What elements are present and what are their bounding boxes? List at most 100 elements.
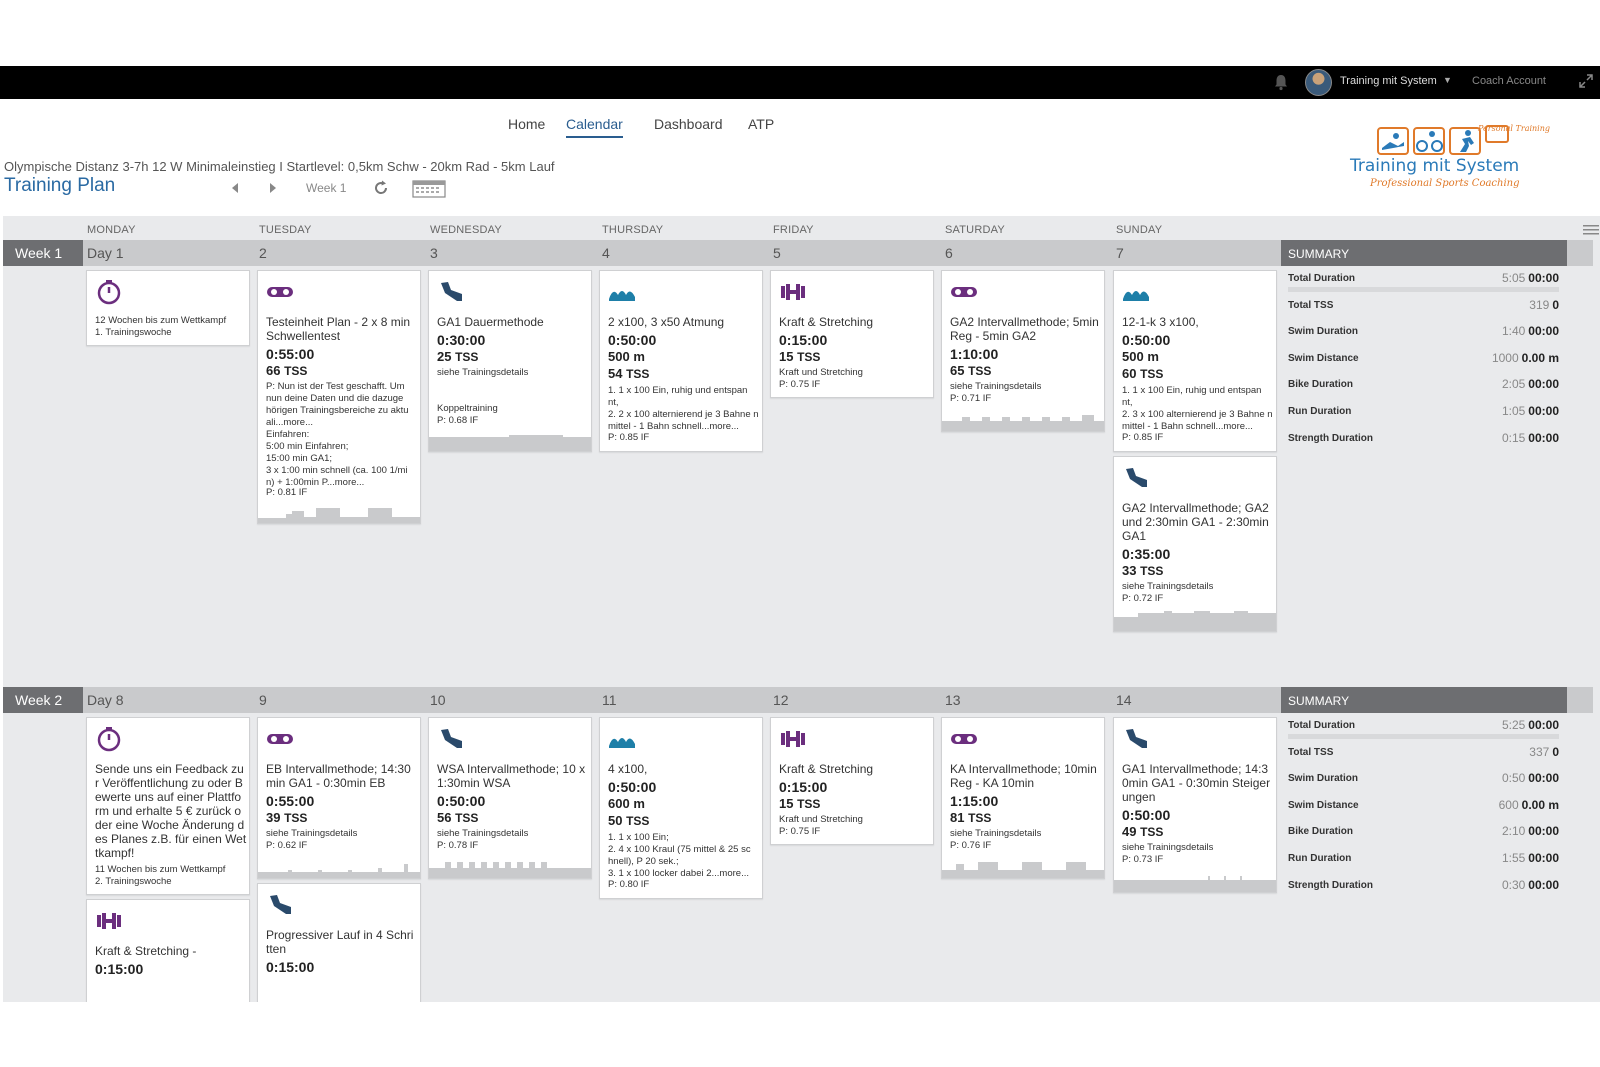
nav-dashboard[interactable]: Dashboard <box>654 116 723 132</box>
day-number: 12 <box>773 692 789 708</box>
card-title: Kraft & Stretching <box>779 315 874 329</box>
chevron-down-icon[interactable]: ▼ <box>1443 75 1452 85</box>
summary-row: Run Duration 1:05 00:00 <box>1288 403 1559 418</box>
expand-icon[interactable] <box>1578 73 1594 89</box>
workout-card[interactable]: GA2 Intervallmethode; 5min Reg - 5min GA… <box>941 270 1105 432</box>
day-number: 4 <box>602 245 610 261</box>
run-icon <box>441 729 462 748</box>
card-intensity: P: 0.71 IF <box>950 393 992 404</box>
workout-card[interactable]: 2 x100, 3 x50 Atmung 0:50:00 500 m 54 TS… <box>599 270 763 452</box>
card-intensity: P: 0.85 IF <box>1122 432 1164 443</box>
card-title: GA2 Intervallmethode; 5min Reg - 5min GA… <box>950 315 1099 343</box>
stopwatch-icon <box>97 727 121 752</box>
card-description: Kraft und Stretching <box>779 367 863 378</box>
workout-card[interactable]: 12-1-k 3 x100, 0:50:00 500 m 60 TSS 1. 1… <box>1113 270 1277 452</box>
card-intensity: P: 0.72 IF <box>1122 593 1164 604</box>
day-number: 6 <box>945 245 953 261</box>
refresh-icon[interactable] <box>372 179 390 197</box>
card-title: EB Intervallmethode; 14:30 min GA1 - 0:3… <box>266 762 411 790</box>
swim-icon <box>1123 291 1149 301</box>
previous-week-icon[interactable] <box>228 181 242 195</box>
week-label: Week 2 <box>3 687 83 713</box>
day-number: 5 <box>773 245 781 261</box>
intensity-profile <box>1114 611 1276 631</box>
nav-home[interactable]: Home <box>508 116 545 132</box>
day-header-sunday: SUNDAY <box>1116 224 1163 236</box>
workout-card[interactable]: WSA Intervallmethode; 10 x 1:30min WSA 0… <box>428 717 592 879</box>
card-tss: 33 TSS <box>1122 563 1164 578</box>
logo-title: Training mit System <box>1350 156 1520 176</box>
card-title: Sende uns ein Feedback zu r Veröffentlic… <box>95 762 247 860</box>
summary-row: Strength Duration 0:30 00:00 <box>1288 877 1559 892</box>
workout-card[interactable]: EB Intervallmethode; 14:30 min GA1 - 0:3… <box>257 717 421 879</box>
card-tss: 25 TSS <box>437 349 479 364</box>
menu-icon[interactable] <box>1583 224 1599 236</box>
card-note: 11 Wochen bis zum Wettkampf 2. Trainings… <box>95 864 226 887</box>
card-title: KA Intervallmethode; 10min Reg - KA 10mi… <box>950 762 1097 790</box>
user-name[interactable]: Training mit System <box>1340 75 1437 87</box>
card-duration: 0:30:00 <box>437 332 486 348</box>
card-duration: 0:15:00 <box>95 961 144 977</box>
nav-atp[interactable]: ATP <box>748 116 774 132</box>
workout-card[interactable]: Progressiver Lauf in 4 Schri tten 0:15:0… <box>257 883 421 1002</box>
card-description: 1. 1 x 100 Ein; 2. 4 x 100 Kraul (75 mit… <box>608 832 751 879</box>
card-title: Progressiver Lauf in 4 Schri tten <box>266 928 414 956</box>
avatar[interactable] <box>1305 69 1332 96</box>
next-week-icon[interactable] <box>266 181 280 195</box>
workout-card[interactable]: 12 Wochen bis zum Wettkampf 1. Trainings… <box>86 270 250 346</box>
day-number: 7 <box>1116 245 1124 261</box>
card-intensity: P: 0.75 IF <box>779 826 821 837</box>
swim-icon <box>609 738 635 748</box>
run-icon <box>1126 468 1147 487</box>
logo-tagline: Professional Sports Coaching <box>1370 178 1520 189</box>
day-number: 14 <box>1116 692 1132 708</box>
card-duration: 0:50:00 <box>608 779 657 795</box>
workout-card[interactable]: Testeinheit Plan - 2 x 8 min Schwellente… <box>257 270 421 524</box>
card-duration: 1:15:00 <box>950 793 999 809</box>
card-tss: 81 TSS <box>950 810 992 825</box>
workout-card[interactable]: Kraft & Stretching - 0:15:00 <box>86 899 250 1002</box>
summary-header: SUMMARY <box>1281 687 1567 713</box>
workout-card[interactable]: 4 x100, 0:50:00 600 m 50 TSS 1. 1 x 100 … <box>599 717 763 899</box>
day-number: 2 <box>259 245 267 261</box>
workout-card[interactable]: GA2 Intervallmethode; GA2 und 2:30min GA… <box>1113 456 1277 632</box>
top-bar: Training mit System ▼ Coach Account <box>0 66 1600 99</box>
card-tss: 56 TSS <box>437 810 479 825</box>
card-title: Kraft & Stretching <box>779 762 874 776</box>
card-duration: 0:50:00 <box>1122 807 1171 823</box>
intensity-profile <box>258 864 420 878</box>
day-number: 10 <box>430 692 446 708</box>
bell-icon[interactable] <box>1272 73 1290 91</box>
workout-card[interactable]: KA Intervallmethode; 10min Reg - KA 10mi… <box>941 717 1105 879</box>
intensity-profile <box>1114 876 1276 892</box>
workout-card[interactable]: Kraft & Stretching 0:15:00 15 TSS Kraft … <box>770 717 934 845</box>
dumbbell-icon <box>781 731 805 747</box>
card-title: WSA Intervallmethode; 10 x 1:30min WSA <box>437 762 586 790</box>
card-distance: 500 m <box>608 349 645 364</box>
week-summary: SUMMARY Total Duration 5:05 00:00 Total TS… <box>1281 240 1567 452</box>
run-icon <box>441 282 462 301</box>
card-duration: 1:10:00 <box>950 346 999 362</box>
card-description: siehe Trainingsdetails <box>1122 581 1214 592</box>
card-title: Testeinheit Plan - 2 x 8 min Schwellente… <box>266 315 411 343</box>
coach-account-link[interactable]: Coach Account <box>1472 75 1546 87</box>
brand-logo: Personal Training Training mit System Pr… <box>1340 122 1560 194</box>
day-number: 3 <box>430 245 438 261</box>
intensity-profile <box>942 862 1104 878</box>
workout-card[interactable]: Sende uns ein Feedback zu r Veröffentlic… <box>86 717 250 895</box>
summary-row: Swim Duration 1:40 00:00 <box>1288 324 1559 339</box>
workout-card[interactable]: Kraft & Stretching 0:15:00 15 TSS Kraft … <box>770 270 934 398</box>
dumbbell-icon <box>781 284 805 300</box>
card-description: siehe Trainingsdetails Koppeltraining <box>437 367 529 414</box>
card-intensity: P: 0.75 IF <box>779 379 821 390</box>
current-week-label: Week 1 <box>306 181 347 195</box>
card-tss: 50 TSS <box>608 813 650 828</box>
workout-card[interactable]: GA1 Intervallmethode; 14:3 0min GA1 - 0:… <box>1113 717 1277 893</box>
card-intensity: P: 0.62 IF <box>266 840 308 851</box>
card-title: GA1 Dauermethode <box>437 315 544 329</box>
calendar-picker-icon[interactable] <box>412 178 446 198</box>
nav-calendar[interactable]: Calendar <box>566 116 623 138</box>
card-tss: 65 TSS <box>950 363 992 378</box>
card-note: 12 Wochen bis zum Wettkampf 1. Trainings… <box>95 315 227 338</box>
workout-card[interactable]: GA1 Dauermethode 0:30:00 25 TSS siehe Tr… <box>428 270 592 452</box>
